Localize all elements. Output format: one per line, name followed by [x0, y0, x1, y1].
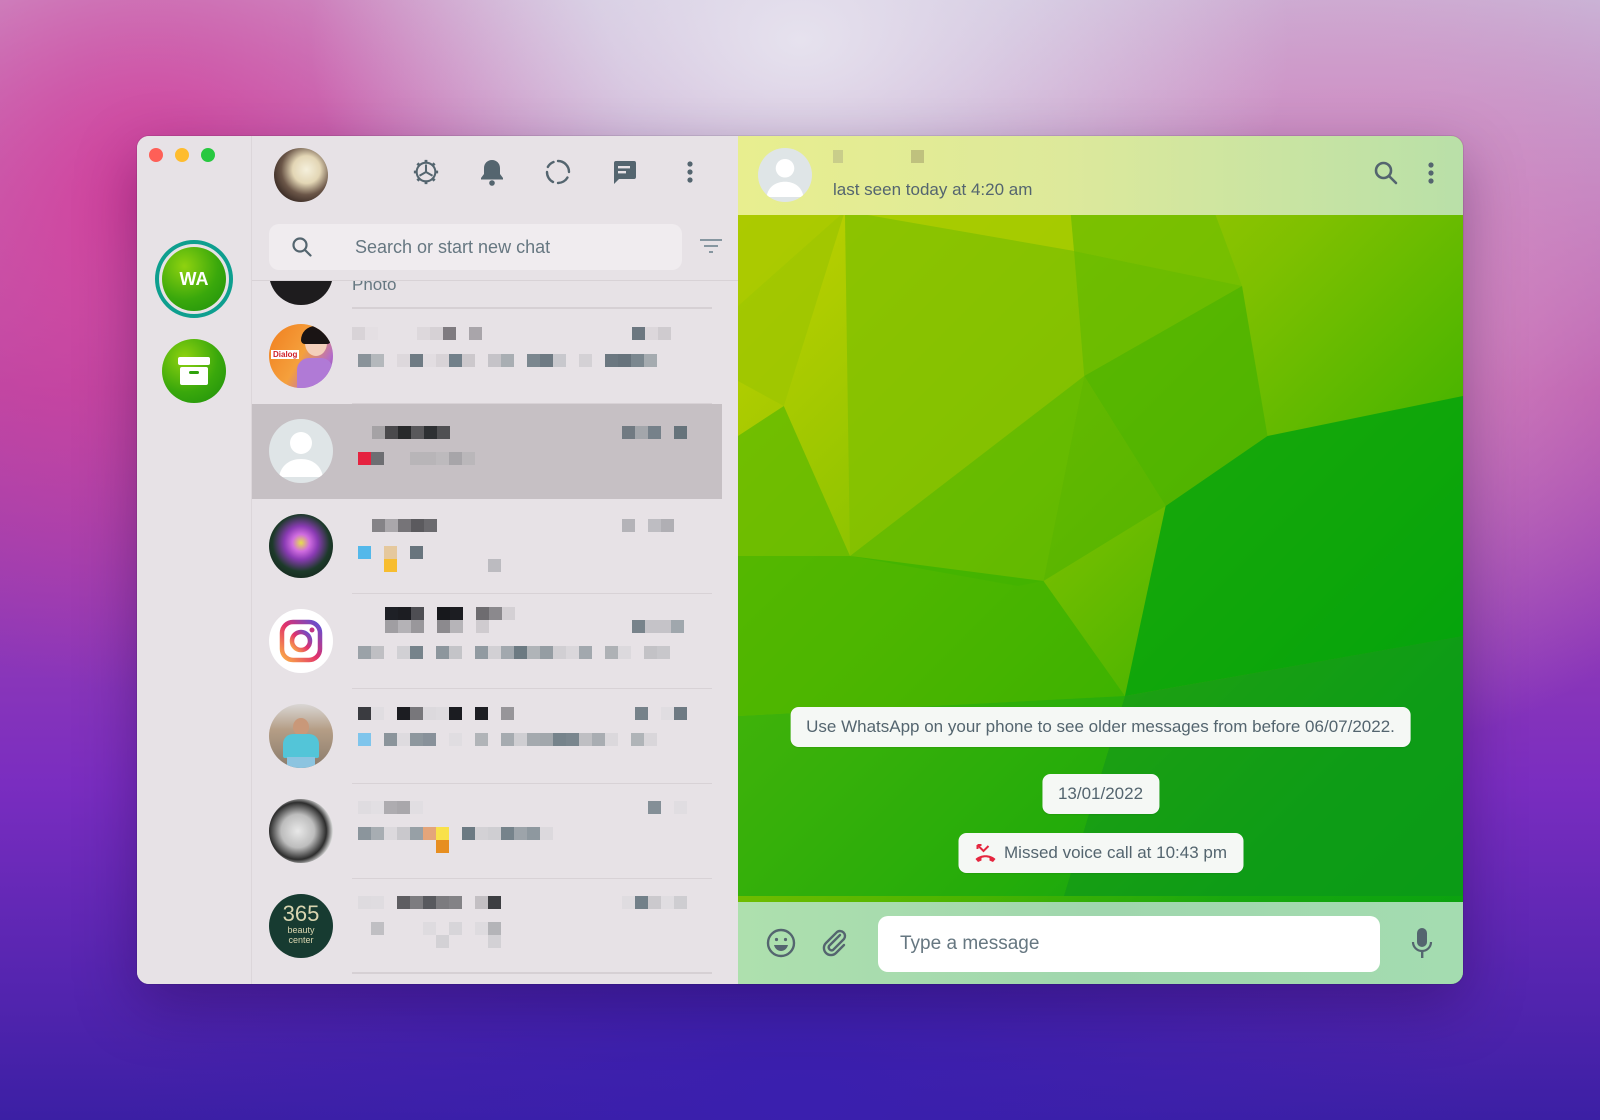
unread-filter-button[interactable]: [700, 238, 722, 259]
chat-list-panel: Photo Dialog: [252, 136, 839, 984]
chat-list-item[interactable]: [252, 499, 722, 594]
search-input[interactable]: [355, 224, 665, 270]
chat-avatar: [269, 281, 333, 305]
microphone-icon: [1411, 928, 1433, 958]
contact-name-redacted: [833, 150, 924, 163]
status-ring-icon: [545, 159, 571, 185]
more-vert-icon: [687, 161, 693, 183]
older-messages-notice: Use WhatsApp on your phone to see older …: [790, 707, 1411, 747]
chat-meta-redacted: [352, 784, 712, 879]
chat-meta-redacted: [352, 499, 712, 594]
date-divider: 13/01/2022: [1041, 774, 1160, 814]
chat-meta-redacted: [352, 404, 712, 499]
search-box[interactable]: [269, 224, 682, 270]
emoji-button[interactable]: [764, 926, 798, 960]
voice-message-button[interactable]: [1405, 926, 1439, 960]
chat-preview: Photo: [352, 280, 397, 294]
window-controls: [149, 148, 215, 162]
chat-list[interactable]: Photo Dialog 365 beauty center: [252, 280, 738, 984]
chat-list-item[interactable]: [252, 689, 722, 784]
emoji-icon: [766, 928, 796, 958]
conversation-pane: last seen today at 4:20 am Use WhatsApp …: [738, 136, 1463, 984]
archive-box-icon: [178, 357, 210, 385]
attach-button[interactable]: [818, 926, 852, 960]
chat-avatar: [269, 704, 333, 768]
missed-call-text: Missed voice call at 10:43 pm: [1004, 843, 1227, 862]
chat-meta-redacted: [352, 594, 712, 689]
chat-avatar: [269, 609, 333, 673]
archive-button[interactable]: [162, 339, 226, 403]
message-input-box[interactable]: [878, 916, 1380, 972]
missed-call-icon: [975, 844, 995, 862]
whatsapp-window: WA Search or start new chat Photo Dialog…: [137, 136, 1463, 984]
new-chat-button[interactable]: [610, 158, 638, 186]
beauty-logo-line1: beauty: [287, 925, 315, 935]
search-in-chat-button[interactable]: [1373, 160, 1399, 191]
zoom-window-button[interactable]: [201, 148, 215, 162]
settings-gear-icon: [413, 159, 439, 185]
search-row: [252, 224, 738, 276]
bell-icon: [481, 160, 503, 186]
chat-avatar: [269, 419, 333, 483]
conversation-header[interactable]: last seen today at 4:20 am: [738, 136, 1463, 215]
status-button[interactable]: [544, 158, 572, 186]
attach-icon: [822, 929, 847, 957]
account-switch-button[interactable]: WA: [155, 240, 233, 318]
my-profile-avatar[interactable]: [274, 148, 328, 202]
chat-list-header: [252, 136, 738, 216]
chat-list-item[interactable]: Dialog: [252, 309, 722, 404]
beauty-logo-number: 365: [282, 901, 320, 926]
chat-avatar: 365 beauty center: [269, 894, 333, 958]
instagram-logo-icon: [279, 619, 323, 663]
chat-list-item[interactable]: 365 beauty center: [252, 879, 722, 974]
search-icon: [292, 237, 312, 257]
dialog-logo-text: Dialog: [271, 350, 300, 359]
close-window-button[interactable]: [149, 148, 163, 162]
contact-avatar[interactable]: [758, 148, 812, 202]
chat-meta-redacted: [352, 309, 712, 404]
last-seen-status: last seen today at 4:20 am: [833, 180, 1033, 199]
menu-button[interactable]: [676, 158, 704, 186]
chat-list-item[interactable]: [252, 404, 722, 499]
more-vert-icon: [1428, 162, 1434, 184]
message-composer: [738, 902, 1463, 984]
chat-list-item[interactable]: Photo: [252, 281, 722, 309]
minimize-window-button[interactable]: [175, 148, 189, 162]
search-icon: [1374, 161, 1398, 185]
settings-button[interactable]: [412, 158, 440, 186]
new-chat-icon: [614, 161, 636, 184]
chat-list-item[interactable]: [252, 784, 722, 879]
chat-list-item[interactable]: [252, 594, 722, 689]
account-label: WA: [162, 247, 226, 311]
default-person-icon: [279, 432, 323, 477]
chat-menu-button[interactable]: [1427, 161, 1435, 190]
default-person-icon: [766, 158, 804, 197]
chat-avatar: Dialog: [269, 324, 333, 388]
chat-meta-redacted: [352, 879, 712, 974]
filter-icon: [700, 239, 722, 253]
chat-avatar: [269, 799, 333, 863]
account-rail: WA: [137, 136, 252, 984]
notifications-button[interactable]: [478, 158, 506, 186]
message-input[interactable]: [900, 916, 1360, 972]
chat-meta-redacted: [352, 689, 712, 784]
missed-call-notice[interactable]: Missed voice call at 10:43 pm: [958, 833, 1243, 873]
chat-avatar: [269, 514, 333, 578]
beauty-logo-line2: center: [288, 935, 314, 945]
